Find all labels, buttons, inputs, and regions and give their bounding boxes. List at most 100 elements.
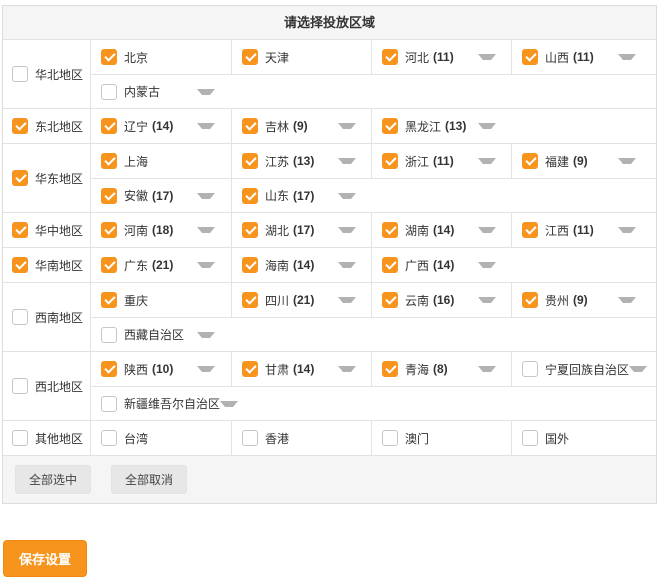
- province-cell[interactable]: 福建(9): [511, 144, 656, 178]
- checkbox-checked-icon[interactable]: [242, 292, 258, 308]
- province-cell[interactable]: 海南(14): [231, 248, 371, 282]
- checkbox-checked-icon[interactable]: [522, 153, 538, 169]
- province-cell[interactable]: 湖南(14): [371, 213, 511, 247]
- province-cell[interactable]: 四川(21): [231, 283, 371, 317]
- checkbox-checked-icon[interactable]: [242, 118, 258, 134]
- chevron-down-icon[interactable]: [618, 297, 636, 303]
- province-cell[interactable]: 广东(21): [91, 248, 231, 282]
- province-cell[interactable]: 贵州(9): [511, 283, 656, 317]
- region-group-cell[interactable]: 西南地区: [3, 283, 91, 351]
- province-cell[interactable]: 西藏自治区: [91, 318, 656, 351]
- chevron-down-icon[interactable]: [338, 193, 356, 199]
- region-group-cell[interactable]: 西北地区: [3, 352, 91, 420]
- checkbox-unchecked-icon[interactable]: [382, 430, 398, 446]
- checkbox-checked-icon[interactable]: [101, 188, 117, 204]
- save-settings-button[interactable]: 保存设置: [3, 540, 87, 577]
- checkbox-unchecked-icon[interactable]: [101, 84, 117, 100]
- checkbox-checked-icon[interactable]: [101, 257, 117, 273]
- checkbox-checked-icon[interactable]: [101, 222, 117, 238]
- checkbox-checked-icon[interactable]: [12, 222, 28, 238]
- checkbox-unchecked-icon[interactable]: [522, 361, 538, 377]
- province-cell[interactable]: 广西(14): [371, 248, 656, 282]
- checkbox-unchecked-icon[interactable]: [12, 66, 28, 82]
- checkbox-unchecked-icon[interactable]: [101, 327, 117, 343]
- checkbox-checked-icon[interactable]: [382, 361, 398, 377]
- province-cell[interactable]: 甘肃(14): [231, 352, 371, 386]
- province-cell[interactable]: 北京: [91, 40, 231, 74]
- province-cell[interactable]: 黑龙江(13): [371, 109, 656, 143]
- chevron-down-icon[interactable]: [220, 401, 238, 407]
- region-group-cell[interactable]: 华北地区: [3, 40, 91, 108]
- checkbox-checked-icon[interactable]: [101, 49, 117, 65]
- province-cell[interactable]: 天津: [231, 40, 371, 74]
- chevron-down-icon[interactable]: [338, 262, 356, 268]
- checkbox-checked-icon[interactable]: [522, 292, 538, 308]
- chevron-down-icon[interactable]: [338, 227, 356, 233]
- checkbox-checked-icon[interactable]: [101, 292, 117, 308]
- region-group-cell[interactable]: 其他地区: [3, 421, 91, 455]
- checkbox-unchecked-icon[interactable]: [12, 430, 28, 446]
- chevron-down-icon[interactable]: [618, 227, 636, 233]
- checkbox-unchecked-icon[interactable]: [522, 430, 538, 446]
- region-group-cell[interactable]: 华中地区: [3, 213, 91, 247]
- checkbox-checked-icon[interactable]: [242, 188, 258, 204]
- chevron-down-icon[interactable]: [197, 332, 215, 338]
- chevron-down-icon[interactable]: [618, 158, 636, 164]
- province-cell[interactable]: 澳门: [371, 421, 511, 455]
- chevron-down-icon[interactable]: [478, 297, 496, 303]
- region-group-cell[interactable]: 东北地区: [3, 109, 91, 143]
- checkbox-checked-icon[interactable]: [101, 153, 117, 169]
- chevron-down-icon[interactable]: [197, 193, 215, 199]
- deselect-all-button[interactable]: 全部取消: [111, 465, 187, 494]
- chevron-down-icon[interactable]: [478, 366, 496, 372]
- province-cell[interactable]: 内蒙古: [91, 75, 656, 108]
- checkbox-checked-icon[interactable]: [12, 118, 28, 134]
- province-cell[interactable]: 吉林(9): [231, 109, 371, 143]
- chevron-down-icon[interactable]: [197, 89, 215, 95]
- province-cell[interactable]: 云南(16): [371, 283, 511, 317]
- checkbox-checked-icon[interactable]: [12, 257, 28, 273]
- chevron-down-icon[interactable]: [197, 262, 215, 268]
- checkbox-checked-icon[interactable]: [382, 257, 398, 273]
- province-cell[interactable]: 台湾: [91, 421, 231, 455]
- checkbox-checked-icon[interactable]: [242, 49, 258, 65]
- checkbox-checked-icon[interactable]: [382, 118, 398, 134]
- checkbox-checked-icon[interactable]: [242, 153, 258, 169]
- province-cell[interactable]: 浙江(11): [371, 144, 511, 178]
- chevron-down-icon[interactable]: [618, 54, 636, 60]
- chevron-down-icon[interactable]: [197, 123, 215, 129]
- province-cell[interactable]: 香港: [231, 421, 371, 455]
- checkbox-checked-icon[interactable]: [382, 222, 398, 238]
- chevron-down-icon[interactable]: [197, 366, 215, 372]
- checkbox-unchecked-icon[interactable]: [101, 396, 117, 412]
- checkbox-checked-icon[interactable]: [101, 361, 117, 377]
- checkbox-unchecked-icon[interactable]: [101, 430, 117, 446]
- province-cell[interactable]: 山东(17): [231, 179, 656, 212]
- chevron-down-icon[interactable]: [478, 123, 496, 129]
- chevron-down-icon[interactable]: [338, 123, 356, 129]
- checkbox-checked-icon[interactable]: [242, 257, 258, 273]
- province-cell[interactable]: 河南(18): [91, 213, 231, 247]
- checkbox-checked-icon[interactable]: [101, 118, 117, 134]
- province-cell[interactable]: 重庆: [91, 283, 231, 317]
- checkbox-checked-icon[interactable]: [522, 222, 538, 238]
- chevron-down-icon[interactable]: [338, 366, 356, 372]
- province-cell[interactable]: 湖北(17): [231, 213, 371, 247]
- chevron-down-icon[interactable]: [338, 158, 356, 164]
- checkbox-checked-icon[interactable]: [242, 222, 258, 238]
- province-cell[interactable]: 安徽(17): [91, 179, 231, 212]
- chevron-down-icon[interactable]: [478, 158, 496, 164]
- checkbox-unchecked-icon[interactable]: [242, 430, 258, 446]
- province-cell[interactable]: 新疆维吾尔自治区: [91, 387, 656, 420]
- region-group-cell[interactable]: 华东地区: [3, 144, 91, 212]
- region-group-cell[interactable]: 华南地区: [3, 248, 91, 282]
- checkbox-checked-icon[interactable]: [382, 292, 398, 308]
- province-cell[interactable]: 国外: [511, 421, 656, 455]
- province-cell[interactable]: 上海: [91, 144, 231, 178]
- province-cell[interactable]: 江西(11): [511, 213, 656, 247]
- chevron-down-icon[interactable]: [197, 227, 215, 233]
- checkbox-checked-icon[interactable]: [522, 49, 538, 65]
- province-cell[interactable]: 陕西(10): [91, 352, 231, 386]
- chevron-down-icon[interactable]: [478, 54, 496, 60]
- checkbox-unchecked-icon[interactable]: [12, 378, 28, 394]
